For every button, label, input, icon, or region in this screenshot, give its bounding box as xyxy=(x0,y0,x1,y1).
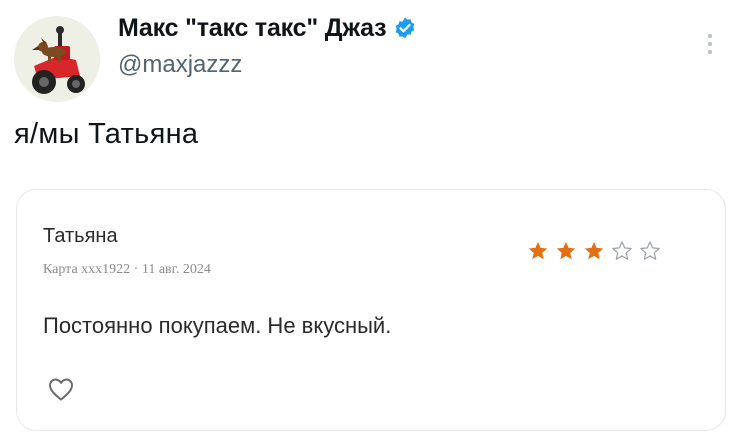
more-dot xyxy=(708,50,712,54)
verified-badge-icon xyxy=(396,17,415,39)
more-dot xyxy=(708,42,712,46)
star-empty-icon xyxy=(639,240,661,262)
review-text: Постоянно покупаем. Не вкусный. xyxy=(43,313,392,338)
tweet: Макс "такс такс" Джаз @maxjazzz я/мы Тат… xyxy=(0,0,740,447)
more-vertical-icon[interactable] xyxy=(698,30,722,58)
more-dot xyxy=(708,34,712,38)
tweet-author: Макс "такс такс" Джаз @maxjazzz xyxy=(118,10,417,79)
author-avatar[interactable] xyxy=(14,16,100,102)
author-handle[interactable]: @maxjazzz xyxy=(118,51,417,79)
star-empty-icon xyxy=(611,240,633,262)
review-meta: Карта ххх1922 · 11 авг. 2024 xyxy=(43,262,211,277)
review-card: Татьяна Карта ххх1922 · 11 авг. 2024 Пос… xyxy=(16,189,726,431)
star-filled-icon xyxy=(583,240,605,262)
star-rating xyxy=(527,240,661,262)
heart-outline-icon[interactable] xyxy=(47,376,75,402)
star-filled-icon xyxy=(527,240,549,262)
star-filled-icon xyxy=(555,240,577,262)
tweet-text: я/мы Татьяна xyxy=(14,118,199,150)
review-author-name: Татьяна xyxy=(43,225,118,247)
dachshund-avatar-icon xyxy=(14,16,100,102)
author-display-name[interactable]: Макс "такс такс" Джаз xyxy=(118,14,387,43)
